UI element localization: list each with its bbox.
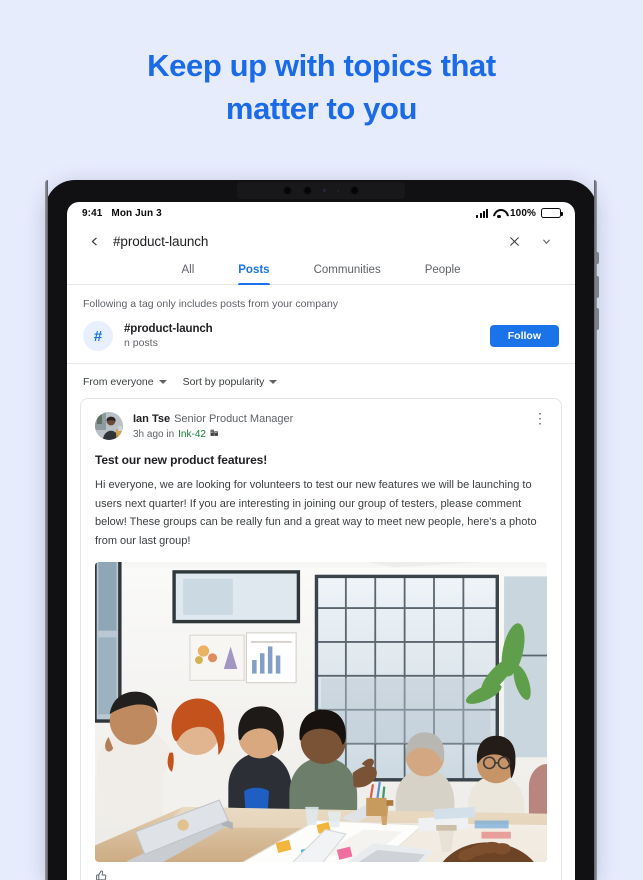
device-side-button-volume-down[interactable] bbox=[595, 308, 599, 330]
close-x-icon[interactable] bbox=[501, 228, 527, 254]
post-title: Test our new product features! bbox=[95, 453, 268, 467]
post-header: Ian Tse Senior Product Manager 3h ago in … bbox=[95, 411, 547, 440]
tab-people[interactable]: People bbox=[403, 258, 483, 284]
status-time: 9:41 bbox=[82, 207, 103, 219]
post-org-link[interactable]: Ink-42 bbox=[178, 429, 206, 440]
post-author-name[interactable]: Ian Tse bbox=[133, 413, 170, 425]
follow-button[interactable]: Follow bbox=[489, 325, 559, 347]
tag-post-count: n posts bbox=[124, 337, 158, 349]
page-title-line-2: matter to you bbox=[225, 91, 418, 126]
camera-lens-icon bbox=[283, 186, 292, 195]
tag-summary-row: # #product-launch n posts Follow bbox=[67, 321, 575, 364]
kebab-menu-icon[interactable]: ⋮ bbox=[533, 411, 547, 425]
hashtag-icon: # bbox=[83, 321, 113, 351]
post-image[interactable] bbox=[95, 562, 547, 862]
app-header: #product-launch bbox=[67, 224, 575, 258]
back-chevron-icon[interactable] bbox=[81, 228, 107, 254]
filter-sort-by-label: Sort by popularity bbox=[182, 376, 265, 388]
post-timestamp: 3h ago in bbox=[133, 428, 175, 440]
device-edge-left bbox=[45, 180, 48, 880]
post-body-text: Hi everyone, we are looking for voluntee… bbox=[95, 479, 537, 547]
post-card[interactable]: Ian Tse Senior Product Manager 3h ago in … bbox=[80, 398, 562, 880]
camera-sensor-icon bbox=[323, 189, 326, 192]
battery-percent: 100% bbox=[510, 207, 536, 219]
cellular-signal-icon bbox=[476, 208, 489, 218]
wifi-icon bbox=[493, 209, 505, 218]
tab-posts[interactable]: Posts bbox=[216, 258, 291, 285]
company-building-icon bbox=[210, 428, 219, 440]
tab-bar: All Posts Communities People bbox=[67, 258, 575, 285]
filter-from-everyone[interactable]: From everyone bbox=[83, 376, 167, 388]
front-camera-module bbox=[237, 182, 405, 199]
tag-name: #product-launch bbox=[124, 323, 213, 335]
tab-all[interactable]: All bbox=[159, 258, 216, 284]
post-author-role: Senior Product Manager bbox=[174, 413, 294, 425]
filter-sort-by[interactable]: Sort by popularity bbox=[183, 376, 278, 388]
camera-lens-icon bbox=[350, 186, 359, 195]
thumbs-up-icon[interactable] bbox=[95, 869, 108, 880]
status-bar: 9:41 Mon Jun 3 100% bbox=[67, 202, 575, 224]
status-date: Mon Jun 3 bbox=[111, 207, 162, 219]
chevron-down-icon bbox=[269, 380, 278, 384]
follow-notice-text: Following a tag only includes posts from… bbox=[83, 298, 339, 310]
filter-bar: From everyone Sort by popularity bbox=[67, 364, 575, 398]
tab-communities[interactable]: Communities bbox=[292, 258, 403, 284]
device-screen: 9:41 Mon Jun 3 100% #product-launch All … bbox=[67, 202, 575, 880]
filter-from-everyone-label: From everyone bbox=[83, 376, 154, 388]
page-title: Keep up with topics that matter to you bbox=[0, 44, 643, 130]
device-side-button-volume-up[interactable] bbox=[595, 276, 599, 298]
battery-icon bbox=[541, 208, 563, 218]
post-actions bbox=[95, 862, 547, 880]
page-heading-tag: #product-launch bbox=[113, 233, 209, 249]
camera-lens-icon bbox=[303, 186, 312, 195]
page-title-line-1: Keep up with topics that bbox=[147, 48, 496, 83]
chevron-down-icon[interactable] bbox=[533, 228, 559, 254]
tablet-device-frame: 9:41 Mon Jun 3 100% #product-launch All … bbox=[45, 180, 599, 880]
chevron-down-icon bbox=[158, 380, 167, 384]
camera-mic-icon bbox=[337, 189, 339, 192]
avatar[interactable] bbox=[95, 412, 123, 440]
device-side-button-mute[interactable] bbox=[595, 252, 599, 264]
